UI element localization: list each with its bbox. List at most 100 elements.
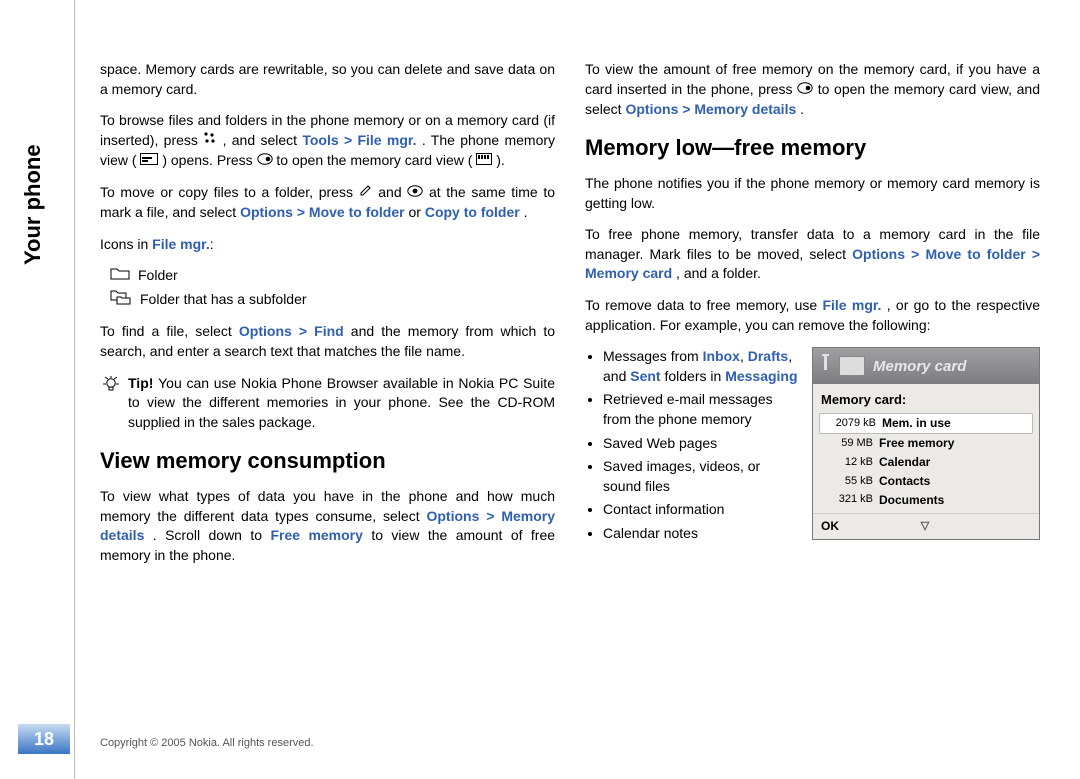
- widget-label: Free memory: [879, 435, 1033, 452]
- ui-sep: >: [911, 246, 925, 262]
- ui-path: Memory card: [585, 265, 672, 281]
- icon-label: Folder: [138, 266, 178, 286]
- ui-path: File mgr.: [357, 132, 416, 148]
- tip-block: Tip! You can use Nokia Phone Browser ava…: [100, 374, 555, 433]
- widget-header: Memory card: [813, 348, 1039, 384]
- bullet-list: Messages from Inbox, Drafts, and Sent fo…: [585, 347, 798, 543]
- tip-label: Tip!: [128, 375, 158, 391]
- text: ) opens. Press: [162, 152, 256, 168]
- ui-path: Copy to folder: [425, 204, 520, 220]
- icon-list: Folder Folder that has a subfolder: [110, 266, 555, 310]
- ui-path: Options: [239, 323, 292, 339]
- list-item: Contact information: [603, 500, 798, 520]
- widget-title: Memory card: [873, 356, 966, 377]
- softkey-ok[interactable]: OK: [821, 518, 839, 535]
- text: To remove data to free memory, use: [585, 297, 822, 313]
- widget-value: 2079 kB: [822, 416, 876, 431]
- ui-path: Move to folder: [309, 204, 405, 220]
- widget-body: Memory card: 2079 kB Mem. in use 59 MB F…: [813, 384, 1039, 513]
- text: To find a file, select: [100, 323, 239, 339]
- ui-path: Options: [625, 101, 678, 117]
- ui-path: Free memory: [270, 527, 362, 543]
- column-left: space. Memory cards are rewritable, so y…: [100, 60, 555, 700]
- text: or: [408, 204, 424, 220]
- scroll-key-icon: [407, 183, 423, 203]
- signal-icon: [821, 354, 831, 378]
- tip-text: You can use Nokia Phone Browser availabl…: [128, 375, 555, 430]
- scroll-right-key-icon: [797, 80, 813, 100]
- ui-path: Inbox: [703, 348, 740, 364]
- bullets-and-widget: Messages from Inbox, Drafts, and Sent fo…: [585, 347, 1040, 555]
- ui-path: Options: [852, 246, 905, 262]
- folder-icon: [110, 266, 130, 286]
- widget-value: 55 kB: [819, 474, 873, 489]
- icons-heading: Icons in File mgr.:: [100, 235, 555, 255]
- ui-path: Drafts: [748, 348, 788, 364]
- page: Your phone 18 space. Memory cards are re…: [0, 0, 1080, 779]
- widget-row[interactable]: 59 MB Free memory: [819, 434, 1033, 453]
- ui-path: Sent: [630, 368, 660, 384]
- text: to open the memory card view (: [276, 152, 472, 168]
- para: To move or copy files to a folder, press…: [100, 183, 555, 223]
- content-columns: space. Memory cards are rewritable, so y…: [100, 60, 1050, 700]
- ui-sep: >: [344, 132, 358, 148]
- text: , and a folder.: [676, 265, 761, 281]
- text: Messages from: [603, 348, 703, 364]
- para: The phone notifies you if the phone memo…: [585, 174, 1040, 213]
- edit-key-icon: [359, 183, 373, 203]
- chevron-down-icon[interactable]: ▽: [921, 519, 929, 534]
- ui-path: Options: [240, 204, 293, 220]
- list-item: Retrieved e-mail messages from the phone…: [603, 390, 798, 429]
- text: folders in: [661, 368, 726, 384]
- text: .: [524, 204, 528, 220]
- para: To remove data to free memory, use File …: [585, 296, 1040, 335]
- widget-row[interactable]: 12 kB Calendar: [819, 453, 1033, 472]
- text: ,: [740, 348, 748, 364]
- ui-path: Messaging: [725, 368, 797, 384]
- widget-label: Documents: [879, 492, 1033, 509]
- list-item: Saved images, videos, or sound files: [603, 457, 798, 496]
- widget-value: 59 MB: [819, 436, 873, 451]
- heading-memory-low: Memory low—free memory: [585, 133, 1040, 164]
- widget-value: 321 kB: [819, 492, 873, 507]
- widget-footer: OK ▽: [813, 513, 1039, 539]
- phone-memory-icon: [140, 151, 158, 171]
- ui-sep: >: [682, 101, 694, 117]
- para: To view what types of data you have in t…: [100, 487, 555, 565]
- heading-view-memory: View memory consumption: [100, 446, 555, 477]
- scroll-right-key-icon: [257, 151, 273, 171]
- text: ).: [496, 152, 505, 168]
- ui-sep: >: [299, 323, 314, 339]
- bullets-wrap: Messages from Inbox, Drafts, and Sent fo…: [585, 347, 798, 555]
- page-number-value: 18: [34, 729, 54, 750]
- para: To view the amount of free memory on the…: [585, 60, 1040, 119]
- menu-key-icon: [203, 131, 217, 151]
- widget-row[interactable]: 55 kB Contacts: [819, 472, 1033, 491]
- tip-icon: [102, 376, 120, 400]
- widget-label: Mem. in use: [882, 415, 1030, 432]
- text: To move or copy files to a folder, press: [100, 184, 359, 200]
- para: To free phone memory, transfer data to a…: [585, 225, 1040, 284]
- memory-card-icon: [476, 151, 492, 171]
- ui-sep: >: [297, 204, 309, 220]
- icon-row: Folder that has a subfolder: [110, 289, 555, 311]
- para: To find a file, select Options > Find an…: [100, 322, 555, 361]
- widget-section-title: Memory card:: [819, 388, 1033, 413]
- text: Icons in: [100, 236, 152, 252]
- memory-card-header-icon: [839, 356, 865, 376]
- widget-label: Calendar: [879, 454, 1033, 471]
- text: :: [210, 236, 214, 252]
- para: space. Memory cards are rewritable, so y…: [100, 60, 555, 99]
- column-right: To view the amount of free memory on the…: [585, 60, 1040, 700]
- widget-row[interactable]: 321 kB Documents: [819, 491, 1033, 510]
- icon-row: Folder: [110, 266, 555, 286]
- page-number: 18: [18, 724, 70, 754]
- list-item: Calendar notes: [603, 524, 798, 544]
- widget-row-selected[interactable]: 2079 kB Mem. in use: [819, 413, 1033, 434]
- ui-path: Find: [314, 323, 344, 339]
- ui-sep: >: [486, 508, 501, 524]
- list-item: Saved Web pages: [603, 434, 798, 454]
- para: To browse files and folders in the phone…: [100, 111, 555, 171]
- ui-path: File mgr.: [822, 297, 881, 313]
- ui-path: Tools: [302, 132, 338, 148]
